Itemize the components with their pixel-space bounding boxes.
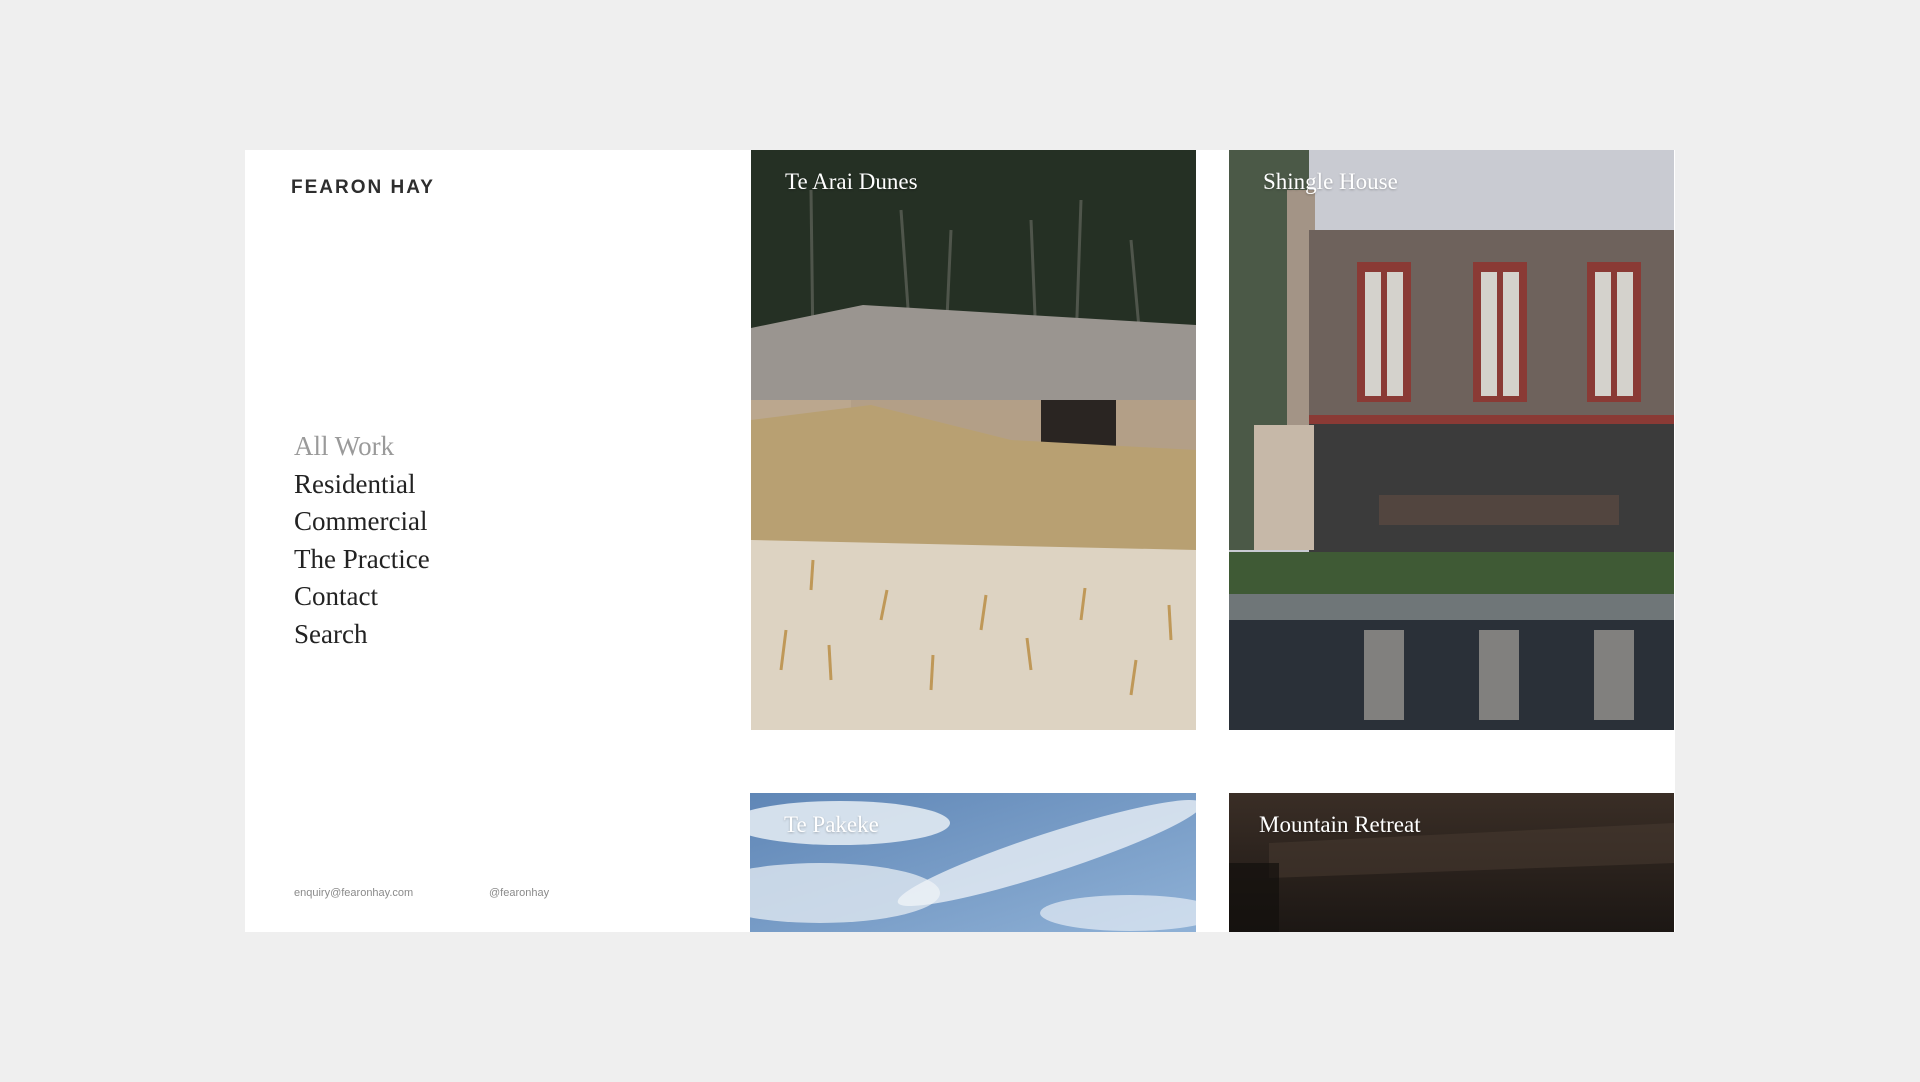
nav-item-commercial[interactable]: Commercial <box>294 503 430 541</box>
brand-logo[interactable]: FEARON HAY <box>291 177 435 199</box>
main-nav: All Work Residential Commercial The Prac… <box>294 428 430 653</box>
project-tile-mountain-retreat[interactable]: Mountain Retreat <box>1229 793 1674 932</box>
main-panel: FEARON HAY All Work Residential Commerci… <box>245 150 1675 932</box>
project-tile-te-pakeke[interactable]: Te Pakeke <box>750 793 1196 932</box>
email-link[interactable]: enquiry@fearonhay.com <box>294 887 413 899</box>
nav-item-search[interactable]: Search <box>294 616 430 654</box>
project-tile-shingle-house[interactable]: Shingle House <box>1229 150 1674 730</box>
project-image <box>1229 150 1674 730</box>
nav-item-contact[interactable]: Contact <box>294 578 430 616</box>
project-image <box>751 150 1196 730</box>
project-title: Mountain Retreat <box>1259 812 1421 837</box>
nav-item-residential[interactable]: Residential <box>294 466 430 504</box>
social-handle-link[interactable]: @fearonhay <box>489 887 549 899</box>
nav-item-all-work[interactable]: All Work <box>294 428 430 466</box>
project-title: Te Pakeke <box>784 812 879 837</box>
nav-item-the-practice[interactable]: The Practice <box>294 541 430 579</box>
project-title: Te Arai Dunes <box>785 169 918 194</box>
project-tile-te-arai-dunes[interactable]: Te Arai Dunes <box>751 150 1196 730</box>
project-title: Shingle House <box>1263 169 1398 194</box>
